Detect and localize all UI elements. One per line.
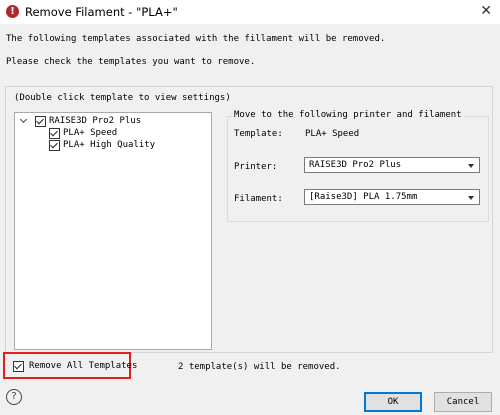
app-icon: !	[6, 5, 19, 18]
tree-item-label: PLA+ High Quality	[63, 140, 156, 150]
tree-item-pla-high-quality[interactable]: PLA+ High Quality	[49, 139, 209, 151]
close-icon[interactable]: ✕	[480, 3, 492, 19]
tree-item-pla-speed[interactable]: PLA+ Speed	[49, 127, 209, 139]
filament-select[interactable]: [Raise3D] PLA 1.75mm	[304, 189, 480, 205]
printer-select-value: RAISE3D Pro2 Plus	[309, 160, 402, 170]
template-label: Template:	[234, 129, 283, 139]
title-bar: ! Remove Filament - "PLA+" ✕	[0, 0, 500, 24]
filament-label: Filament:	[234, 194, 283, 204]
chevron-down-icon	[468, 164, 474, 168]
intro-line-2: Please check the templates you want to r…	[6, 57, 256, 67]
expand-icon[interactable]	[20, 117, 28, 125]
filament-select-value: [Raise3D] PLA 1.75mm	[309, 192, 418, 202]
status-text: 2 template(s) will be removed.	[178, 362, 341, 372]
template-tree[interactable]: RAISE3D Pro2 Plus PLA+ Speed PLA+ High Q…	[14, 112, 212, 350]
tree-item-label: PLA+ Speed	[63, 128, 118, 138]
tree-item-raise3d-pro2-plus[interactable]: RAISE3D Pro2 Plus	[18, 115, 208, 127]
printer-select[interactable]: RAISE3D Pro2 Plus	[304, 157, 480, 173]
tree-checkbox-root[interactable]	[35, 116, 46, 127]
cancel-button[interactable]: Cancel	[434, 392, 492, 412]
window-title: Remove Filament - "PLA+"	[25, 5, 178, 19]
chevron-down-icon	[468, 196, 474, 200]
template-value: PLA+ Speed	[305, 129, 360, 139]
move-group-title: Move to the following printer and filame…	[232, 110, 464, 120]
intro-line-1: The following templates associated with …	[6, 34, 386, 44]
help-icon[interactable]: ?	[6, 389, 22, 405]
tree-hint: (Double click template to view settings)	[14, 93, 231, 103]
tree-checkbox-pla-speed[interactable]	[49, 128, 60, 139]
tree-item-label: RAISE3D Pro2 Plus	[49, 116, 142, 126]
ok-button[interactable]: OK	[364, 392, 422, 412]
remove-all-checkbox[interactable]	[13, 361, 24, 372]
tree-checkbox-pla-high-quality[interactable]	[49, 140, 60, 151]
remove-all-label[interactable]: Remove All Templates	[29, 361, 137, 371]
printer-label: Printer:	[234, 162, 278, 172]
